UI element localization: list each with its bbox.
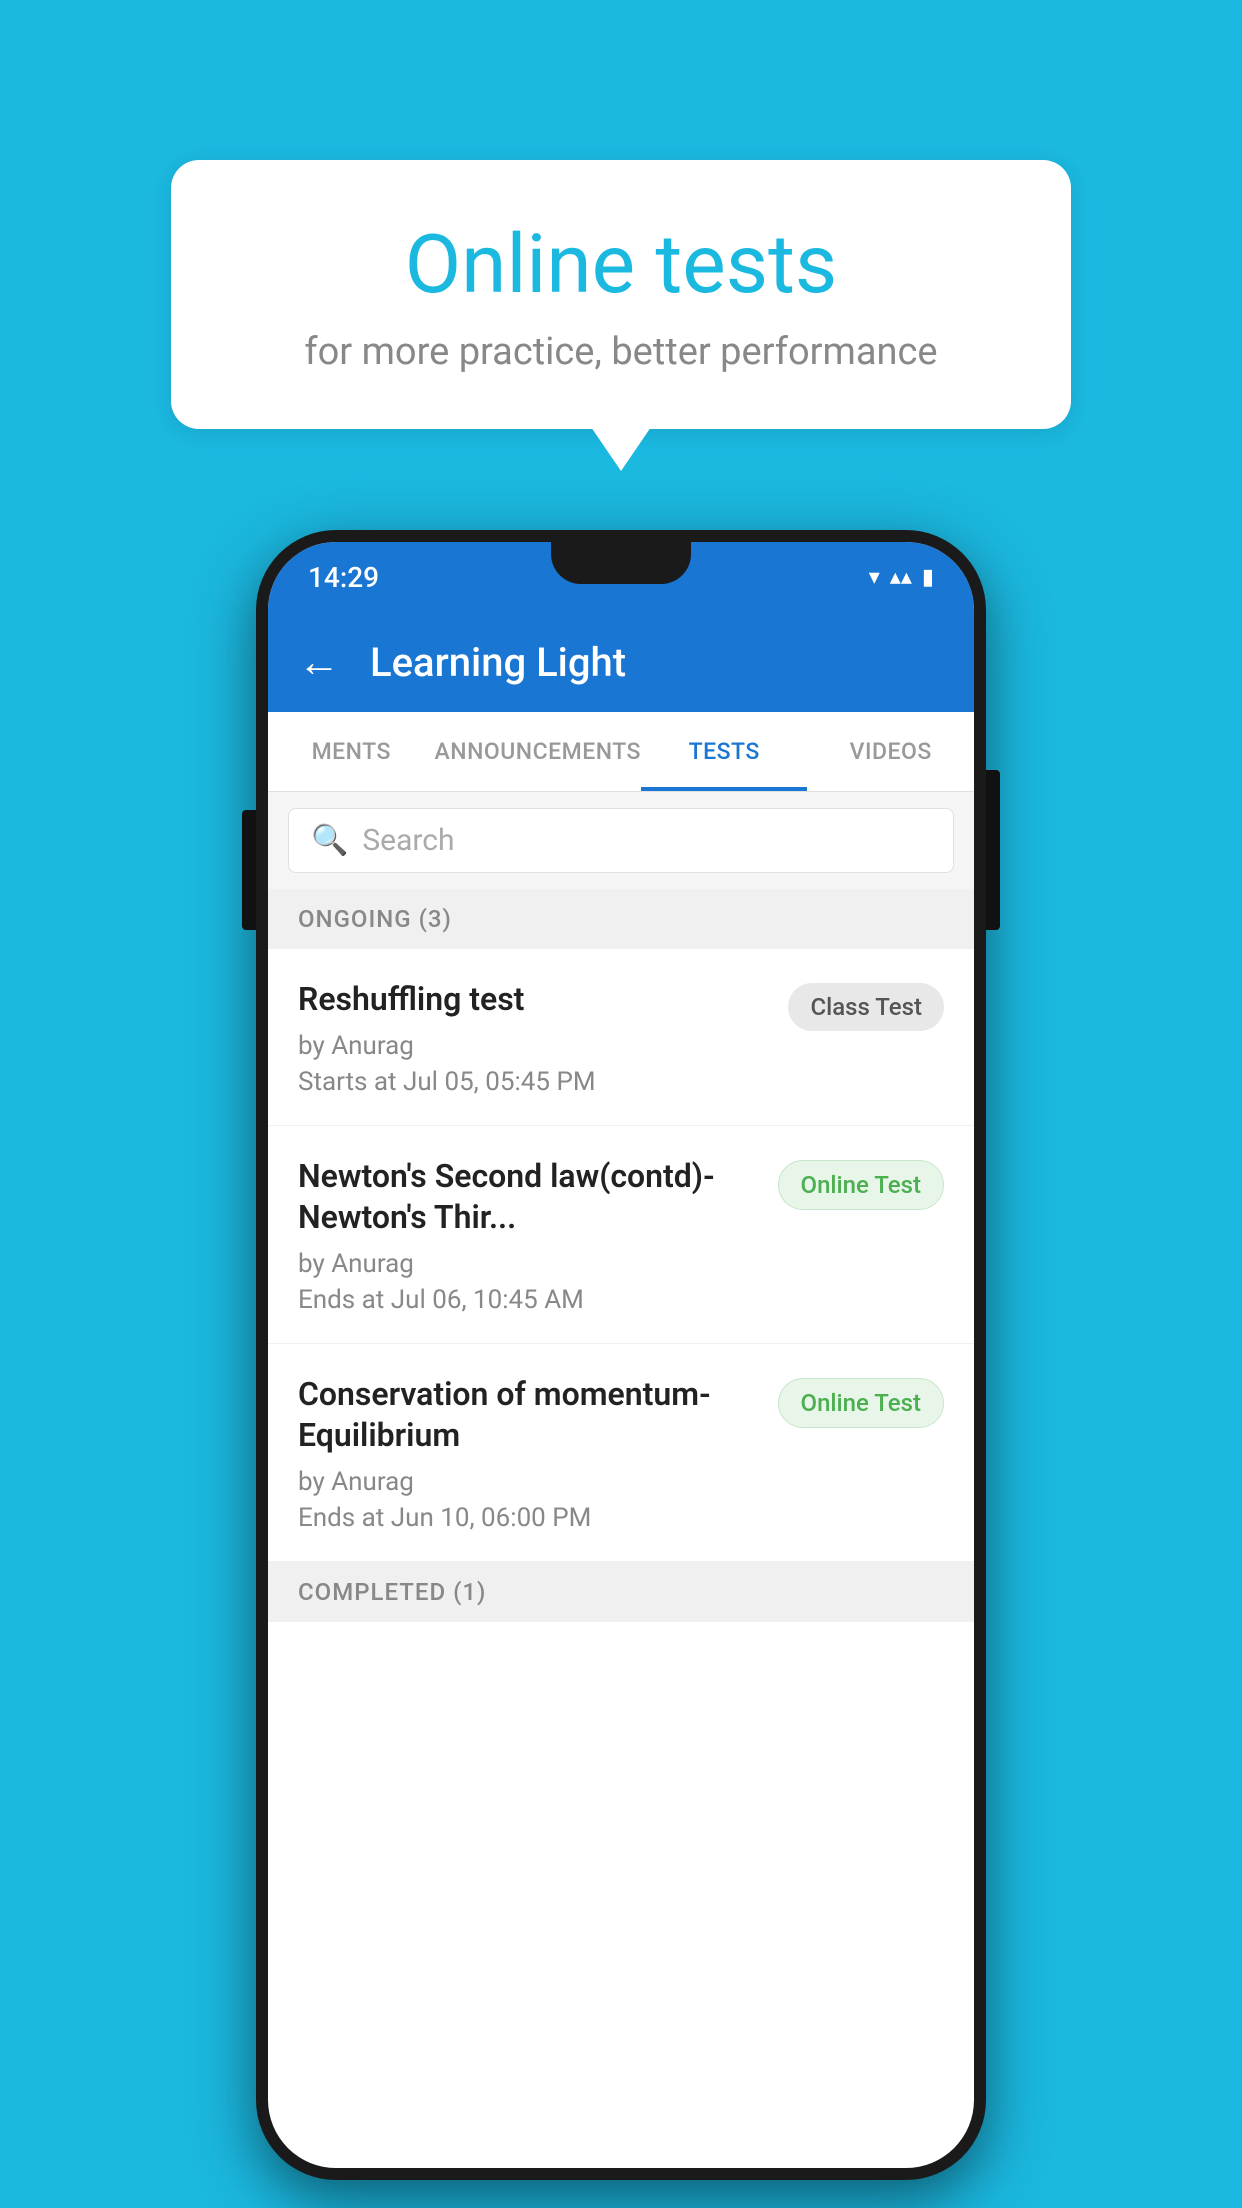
test-badge-newtons: Online Test <box>778 1160 944 1210</box>
phone-wrapper: 14:29 ▾ ▴▴ ▮ ← Learning Light MENTS ANNO… <box>256 530 986 2180</box>
test-item-conservation[interactable]: Conservation of momentum-Equilibrium by … <box>268 1344 974 1562</box>
tab-tests[interactable]: TESTS <box>641 712 808 791</box>
wifi-icon: ▾ <box>869 565 880 590</box>
test-title-reshuffling: Reshuffling test <box>298 979 772 1021</box>
test-author-conservation: by Anurag <box>298 1467 762 1497</box>
completed-section-header: COMPLETED (1) <box>268 1562 974 1622</box>
speech-bubble-container: Online tests for more practice, better p… <box>171 160 1071 429</box>
test-author-reshuffling: by Anurag <box>298 1031 772 1061</box>
status-icons: ▾ ▴▴ ▮ <box>869 565 934 590</box>
search-input[interactable]: Search <box>362 823 454 858</box>
test-info-conservation: Conservation of momentum-Equilibrium by … <box>298 1374 762 1533</box>
app-title: Learning Light <box>370 639 626 686</box>
signal-icon: ▴▴ <box>890 565 912 590</box>
test-title-newtons: Newton's Second law(contd)-Newton's Thir… <box>298 1156 762 1239</box>
speech-bubble: Online tests for more practice, better p… <box>171 160 1071 429</box>
tab-videos[interactable]: VIDEOS <box>807 712 974 791</box>
test-author-newtons: by Anurag <box>298 1249 762 1279</box>
app-bar: ← Learning Light <box>268 612 974 712</box>
search-box[interactable]: 🔍 Search <box>288 808 954 873</box>
phone-inner: 14:29 ▾ ▴▴ ▮ ← Learning Light MENTS ANNO… <box>268 542 974 2168</box>
test-info-reshuffling: Reshuffling test by Anurag Starts at Jul… <box>298 979 772 1097</box>
back-button[interactable]: ← <box>298 638 340 687</box>
battery-icon: ▮ <box>922 565 934 590</box>
test-date-reshuffling: Starts at Jul 05, 05:45 PM <box>298 1067 772 1097</box>
search-container: 🔍 Search <box>268 792 974 889</box>
search-icon: 🔍 <box>311 823 348 858</box>
bubble-title: Online tests <box>251 220 991 310</box>
test-date-conservation: Ends at Jun 10, 06:00 PM <box>298 1503 762 1533</box>
test-badge-reshuffling: Class Test <box>788 983 944 1031</box>
test-info-newtons: Newton's Second law(contd)-Newton's Thir… <box>298 1156 762 1315</box>
tab-ments[interactable]: MENTS <box>268 712 435 791</box>
status-time: 14:29 <box>308 561 379 594</box>
phone-notch <box>551 542 691 584</box>
ongoing-section-header: ONGOING (3) <box>268 889 974 949</box>
bubble-subtitle: for more practice, better performance <box>251 330 991 374</box>
test-item-reshuffling[interactable]: Reshuffling test by Anurag Starts at Jul… <box>268 949 974 1126</box>
test-date-newtons: Ends at Jul 06, 10:45 AM <box>298 1285 762 1315</box>
tabs-bar: MENTS ANNOUNCEMENTS TESTS VIDEOS <box>268 712 974 792</box>
test-badge-conservation: Online Test <box>778 1378 944 1428</box>
tab-announcements[interactable]: ANNOUNCEMENTS <box>435 712 641 791</box>
phone-outer: 14:29 ▾ ▴▴ ▮ ← Learning Light MENTS ANNO… <box>256 530 986 2180</box>
test-item-newtons[interactable]: Newton's Second law(contd)-Newton's Thir… <box>268 1126 974 1344</box>
test-title-conservation: Conservation of momentum-Equilibrium <box>298 1374 762 1457</box>
